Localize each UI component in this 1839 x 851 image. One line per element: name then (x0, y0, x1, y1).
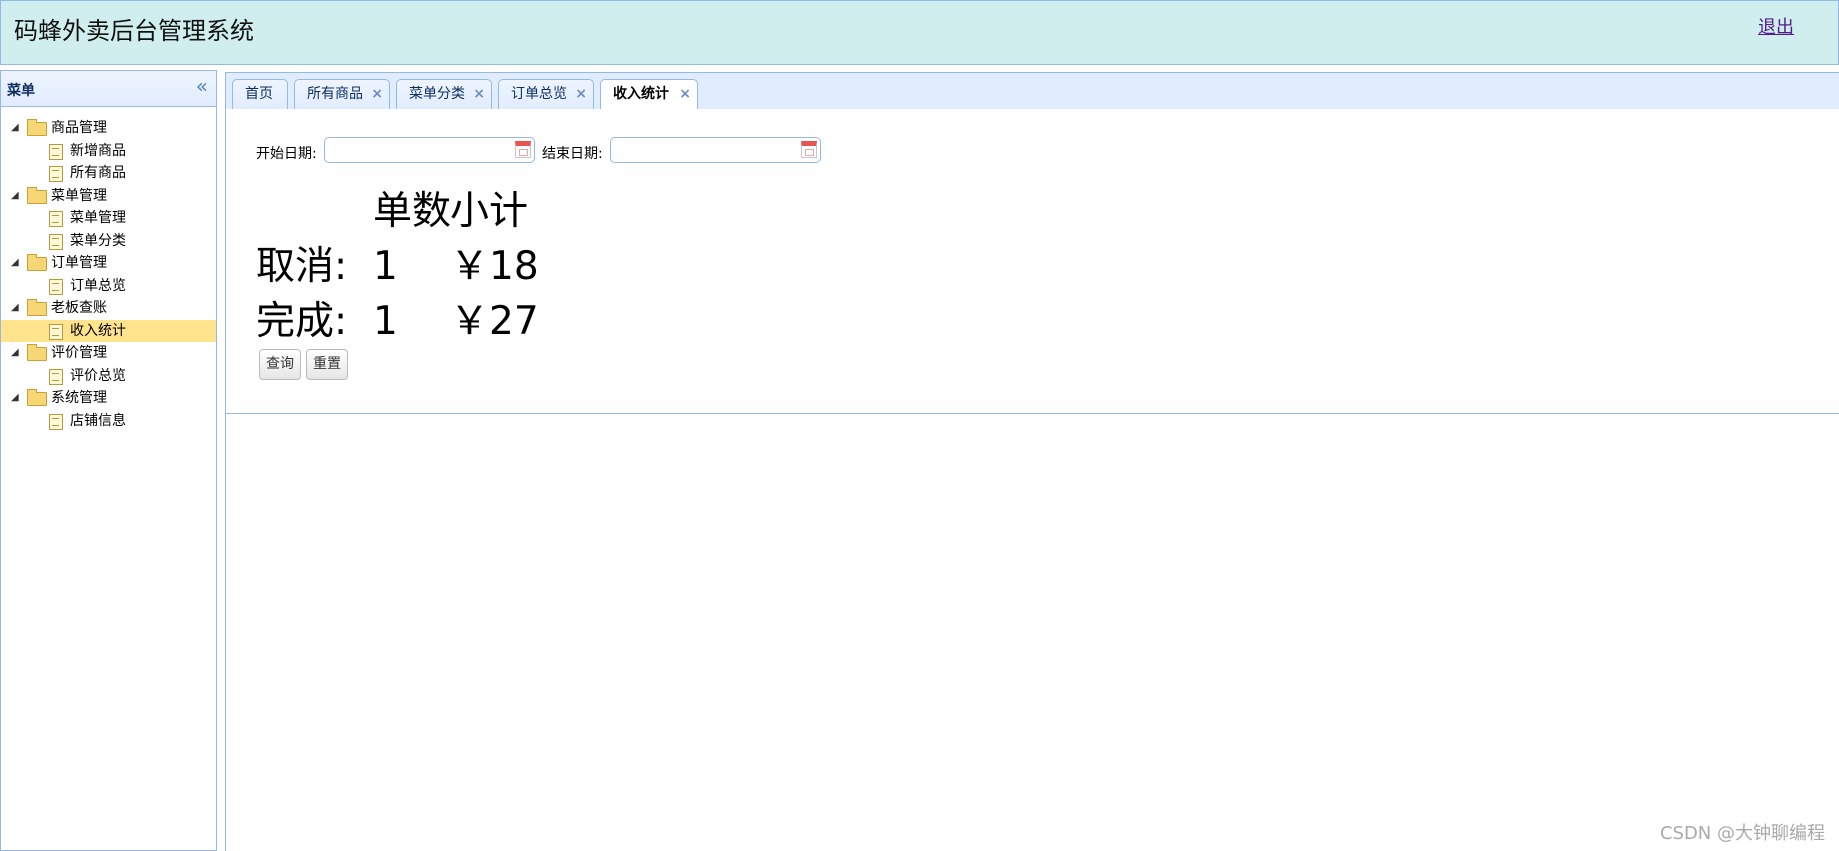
folder-icon (27, 389, 47, 406)
app-header: 码蜂外卖后台管理系统 退出 (0, 0, 1839, 65)
expand-arrow-icon[interactable]: ◢ (11, 252, 19, 275)
file-icon (49, 323, 63, 340)
sidebar: 菜单 « ◢ 商品管理 新增商品 所有商品 ◢ 菜单管理 菜单管理 菜单分类 ◢… (0, 70, 217, 851)
file-icon (49, 143, 63, 160)
start-date-label: 开始日期: (256, 146, 317, 162)
tab-label: 所有商品 (307, 86, 363, 102)
tree-group-label: 老板查账 (51, 300, 107, 316)
tree-item-add-goods[interactable]: 新增商品 (1, 140, 216, 163)
subtotal-header: 小计 (450, 189, 529, 234)
tree-item-shop-info[interactable]: 店铺信息 (1, 410, 216, 433)
tab-label: 订单总览 (511, 86, 567, 102)
calendar-icon[interactable] (801, 141, 817, 158)
tab-all-goods[interactable]: 所有商品 × (294, 79, 390, 110)
watermark: CSDN @大钟聊编程 (1659, 823, 1825, 844)
content-divider (225, 414, 226, 851)
folder-icon (27, 119, 47, 136)
start-date-input[interactable] (329, 139, 513, 163)
close-icon[interactable]: × (679, 80, 691, 109)
tree-group-accounts[interactable]: ◢ 老板查账 (1, 297, 216, 320)
row-count: 1 (373, 244, 398, 289)
tab-order-overview[interactable]: 订单总览 × (498, 79, 594, 110)
sidebar-header: 菜单 « (1, 71, 216, 107)
tree-item-label: 新增商品 (70, 142, 126, 159)
tree-group-label: 订单管理 (51, 255, 107, 271)
sidebar-title: 菜单 (7, 83, 35, 99)
expand-arrow-icon[interactable]: ◢ (11, 117, 19, 140)
tab-bar: 首页 所有商品 × 菜单分类 × 订单总览 × 收入统计 × (225, 72, 1839, 111)
tab-label: 菜单分类 (409, 86, 465, 102)
tree-group-menu[interactable]: ◢ 菜单管理 (1, 185, 216, 208)
row-label: 取消: (256, 244, 348, 289)
folder-icon (27, 299, 47, 316)
folder-icon (27, 344, 47, 361)
tree-item-label: 店铺信息 (70, 412, 126, 429)
tree-group-orders[interactable]: ◢ 订单管理 (1, 252, 216, 275)
tree-item-label: 菜单分类 (70, 232, 126, 249)
tree-item-menu-category[interactable]: 菜单分类 (1, 230, 216, 253)
tree-group-label: 评价管理 (51, 345, 107, 361)
expand-arrow-icon[interactable]: ◢ (11, 342, 19, 365)
tree-item-label: 评价总览 (70, 367, 126, 384)
count-header: 单数 (373, 189, 452, 234)
close-icon[interactable]: × (575, 80, 587, 109)
start-date-field[interactable] (324, 137, 535, 163)
close-icon[interactable]: × (371, 80, 383, 109)
tree-group-label: 商品管理 (51, 120, 107, 136)
tab-menu-category[interactable]: 菜单分类 × (396, 79, 492, 110)
file-icon (49, 368, 63, 385)
row-amount: ￥27 (450, 299, 539, 344)
row-label: 完成: (256, 299, 348, 344)
tree-group-goods[interactable]: ◢ 商品管理 (1, 117, 216, 140)
close-icon[interactable]: × (473, 80, 485, 109)
tree-item-label: 所有商品 (70, 165, 126, 181)
tab-content: 开始日期: 结束日期: 单数 小计 取消: 1 ￥18 完成: 1 ￥27 查询… (225, 109, 1839, 414)
tab-label: 首页 (245, 86, 273, 102)
tree-group-label: 菜单管理 (51, 187, 107, 204)
tree-group-reviews[interactable]: ◢ 评价管理 (1, 342, 216, 365)
end-date-field[interactable] (610, 137, 821, 163)
tree-item-menu-manage[interactable]: 菜单管理 (1, 207, 216, 230)
file-icon (49, 278, 63, 295)
tree-item-label: 订单总览 (70, 277, 126, 294)
folder-icon (27, 186, 47, 204)
tree-item-order-overview[interactable]: 订单总览 (1, 275, 216, 298)
file-icon (49, 413, 63, 430)
tab-home[interactable]: 首页 (232, 79, 288, 110)
reset-button[interactable]: 重置 (306, 349, 348, 380)
tree-item-label: 收入统计 (70, 322, 126, 339)
tab-income-stats[interactable]: 收入统计 × (600, 79, 698, 111)
expand-arrow-icon[interactable]: ◢ (11, 185, 19, 208)
end-date-label: 结束日期: (542, 146, 603, 162)
logout-link[interactable]: 退出 (1758, 13, 1794, 39)
calendar-icon[interactable] (515, 141, 531, 158)
row-count: 1 (373, 299, 398, 344)
expand-arrow-icon[interactable]: ◢ (11, 297, 19, 320)
row-amount: ￥18 (450, 244, 539, 289)
end-date-input[interactable] (615, 139, 799, 163)
file-icon (49, 211, 63, 227)
tree-group-label: 系统管理 (51, 390, 107, 406)
app-title: 码蜂外卖后台管理系统 (14, 17, 254, 45)
main-panel: 首页 所有商品 × 菜单分类 × 订单总览 × 收入统计 × 开始日期: 结束日… (225, 70, 1839, 851)
tree-item-all-goods[interactable]: 所有商品 (1, 162, 216, 185)
expand-arrow-icon[interactable]: ◢ (11, 387, 19, 410)
file-icon (49, 166, 63, 182)
menu-tree: ◢ 商品管理 新增商品 所有商品 ◢ 菜单管理 菜单管理 菜单分类 ◢ 订单管理… (1, 107, 216, 432)
folder-icon (27, 254, 47, 271)
tree-group-system[interactable]: ◢ 系统管理 (1, 387, 216, 410)
collapse-icon[interactable]: « (196, 76, 208, 96)
tree-item-review-overview[interactable]: 评价总览 (1, 365, 216, 388)
query-button[interactable]: 查询 (259, 349, 301, 380)
tree-item-income-stats[interactable]: 收入统计 (1, 319, 216, 342)
tree-item-label: 菜单管理 (70, 210, 126, 226)
file-icon (49, 233, 63, 250)
tab-label: 收入统计 (613, 86, 669, 102)
